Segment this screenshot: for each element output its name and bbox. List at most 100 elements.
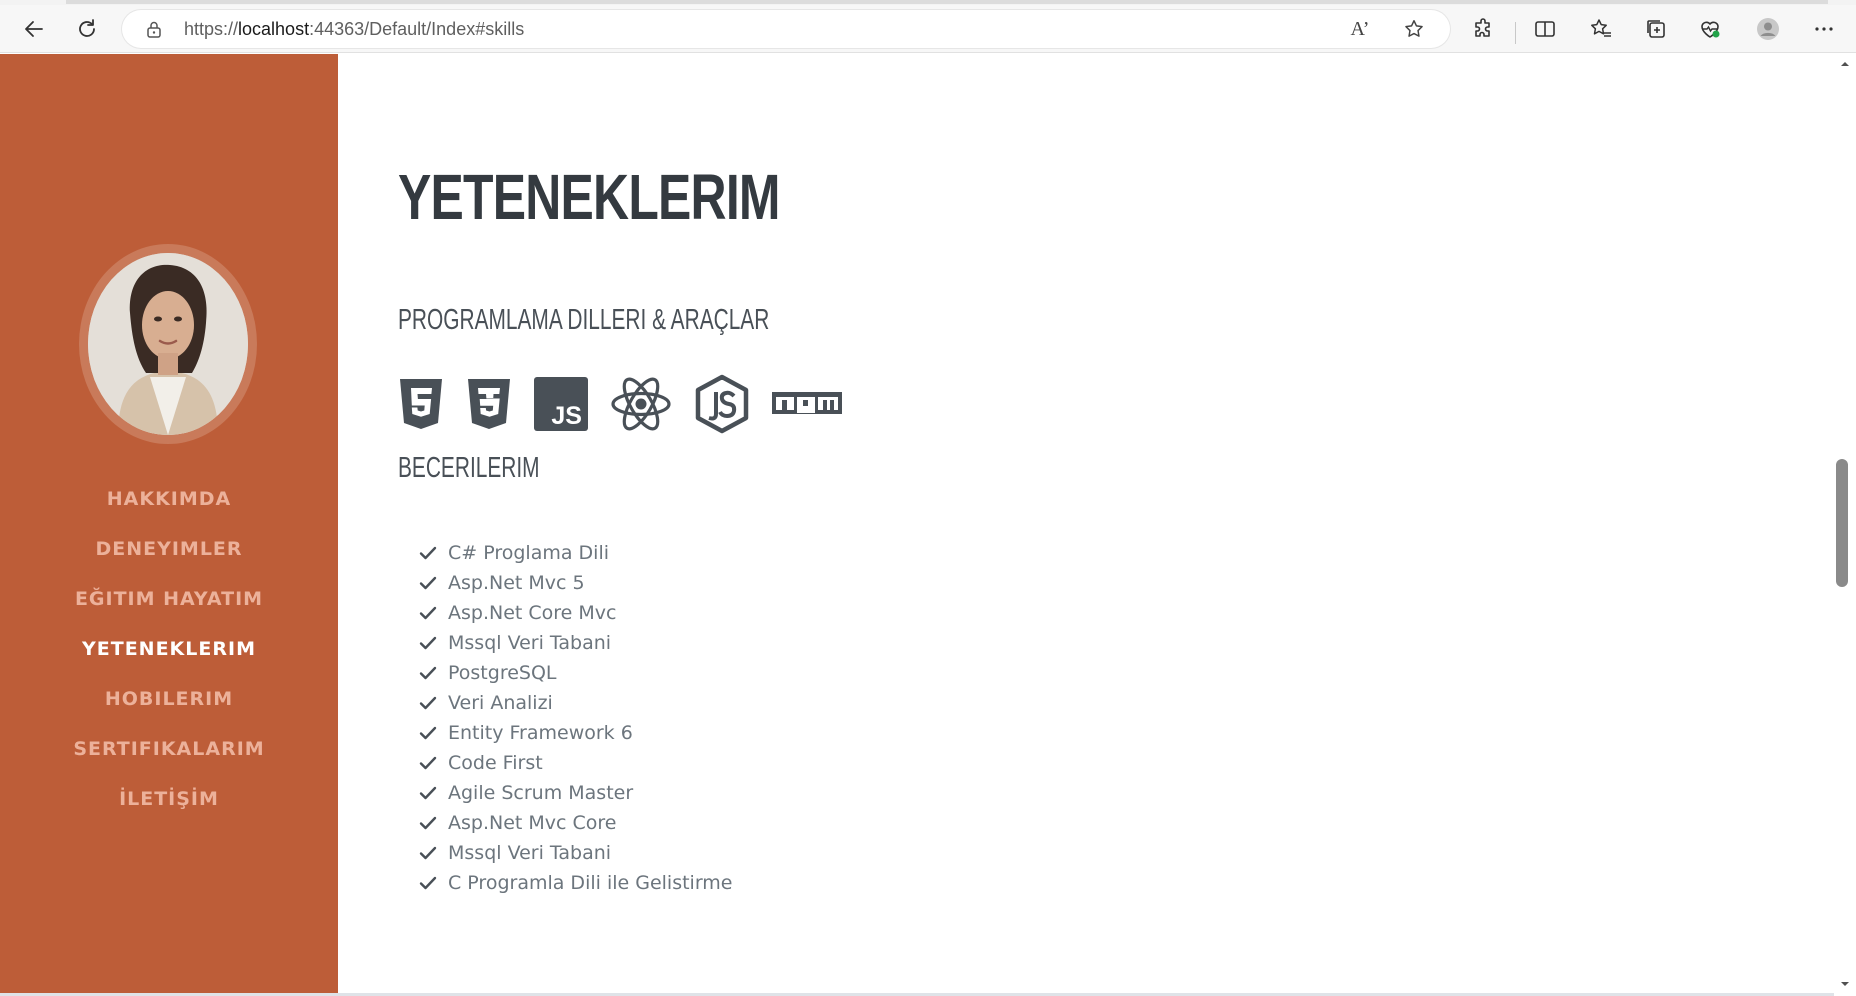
css3-icon	[468, 379, 510, 429]
favorite-button[interactable]	[1400, 15, 1428, 43]
url-text[interactable]: https://localhost:44363/Default/Index#sk…	[184, 19, 524, 40]
skill-item: PostgreSQL	[418, 658, 733, 688]
split-screen-button[interactable]	[1527, 11, 1563, 47]
skill-label: Agile Scrum Master	[448, 782, 634, 804]
scroll-down-arrow-icon[interactable]	[1839, 978, 1851, 990]
portrait-image	[88, 253, 248, 435]
nodejs-icon	[695, 374, 749, 434]
nav-item-sertifikalarim: SERTIFIKALARIM	[0, 724, 338, 774]
check-icon	[418, 782, 440, 804]
profile-button[interactable]	[1750, 11, 1786, 47]
sidebar: HAKKIMDA DENEYIMLER EĞITIM HAYATIM YETEN…	[0, 54, 338, 994]
check-icon	[418, 602, 440, 624]
address-bar[interactable]: https://localhost:44363/Default/Index#sk…	[122, 10, 1450, 48]
back-button[interactable]	[16, 11, 52, 47]
skill-label: C# Proglama Dili	[448, 542, 610, 564]
heart-pulse-icon	[1701, 21, 1720, 38]
check-icon	[418, 572, 440, 594]
profile-photo	[88, 253, 248, 435]
sidebar-nav: HAKKIMDA DENEYIMLER EĞITIM HAYATIM YETEN…	[0, 474, 338, 824]
back-arrow-icon	[25, 21, 43, 37]
url-prefix: https://	[184, 19, 239, 39]
skill-item: Mssql Veri Tabani	[418, 628, 733, 658]
react-icon	[611, 377, 671, 431]
section-title: YETENEKLERIM	[398, 161, 780, 233]
skill-label: Mssql Veri Tabani	[448, 842, 612, 864]
skill-label: Asp.Net Mvc Core	[448, 812, 617, 834]
javascript-icon: JS	[534, 377, 588, 431]
skill-label: Asp.Net Mvc 5	[448, 572, 585, 594]
nav-item-yeteneklerim: YETENEKLERIM	[0, 624, 338, 674]
nav-item-iletisim: İLETİŞİM	[0, 774, 338, 824]
nav-link-hobilerim[interactable]: HOBILERIM	[105, 688, 233, 710]
refresh-icon	[79, 19, 95, 37]
url-path: :44363/Default/Index#skills	[309, 19, 525, 39]
split-screen-icon	[1535, 21, 1555, 37]
favorites-button[interactable]	[1583, 11, 1619, 47]
nav-link-sertifikalarim[interactable]: SERTIFIKALARIM	[73, 738, 264, 760]
npm-icon: npm	[772, 392, 842, 414]
skill-item: Agile Scrum Master	[418, 778, 733, 808]
check-icon	[418, 632, 440, 654]
collections-button[interactable]	[1638, 11, 1674, 47]
more-dots-icon	[1815, 27, 1833, 31]
favorites-icon	[1591, 19, 1611, 37]
read-aloud-button[interactable]: A’	[1346, 15, 1374, 43]
browser-toolbar: https://localhost:44363/Default/Index#sk…	[0, 5, 1856, 53]
javascript-icon-label: JS	[551, 402, 582, 430]
web-page: HAKKIMDA DENEYIMLER EĞITIM HAYATIM YETEN…	[0, 54, 1856, 996]
check-icon	[418, 662, 440, 684]
check-icon	[418, 722, 440, 744]
nav-link-deneyimler[interactable]: DENEYIMLER	[95, 538, 242, 560]
skill-label: Veri Analizi	[448, 692, 553, 714]
nav-item-hakkimda: HAKKIMDA	[0, 474, 338, 524]
nav-link-yeteneklerim[interactable]: YETENEKLERIM	[82, 638, 256, 660]
skill-label: Asp.Net Core Mvc	[448, 602, 617, 624]
skill-item: C Programla Dili ile Gelistirme	[418, 868, 733, 898]
page-scrollbar[interactable]	[1834, 54, 1856, 994]
skill-item: Entity Framework 6	[418, 718, 733, 748]
skill-label: Mssql Veri Tabani	[448, 632, 612, 654]
nav-item-egitim-hayatim: EĞITIM HAYATIM	[0, 574, 338, 624]
url-host: localhost	[238, 19, 310, 39]
settings-more-button[interactable]	[1806, 11, 1842, 47]
skill-item: Mssql Veri Tabani	[418, 838, 733, 868]
profile-photo-frame	[79, 244, 257, 444]
skill-label: Entity Framework 6	[448, 722, 633, 744]
toolbar-separator	[1515, 22, 1516, 44]
check-icon	[418, 812, 440, 834]
collections-icon	[1647, 20, 1665, 38]
html5-icon	[400, 379, 442, 429]
nav-item-deneyimler: DENEYIMLER	[0, 524, 338, 574]
star-icon	[1405, 20, 1423, 37]
nav-link-egitim-hayatim[interactable]: EĞITIM HAYATIM	[75, 588, 263, 610]
check-icon	[418, 752, 440, 774]
skill-item: Code First	[418, 748, 733, 778]
tab-strip-line	[66, 0, 1828, 4]
check-icon	[418, 872, 440, 894]
nav-link-iletisim[interactable]: İLETİŞİM	[119, 788, 219, 810]
scrollbar-thumb[interactable]	[1836, 459, 1848, 587]
tools-heading: PROGRAMLAMA DILLERI & ARAÇLAR	[398, 304, 770, 336]
skill-item: Asp.Net Mvc 5	[418, 568, 733, 598]
skill-item: Asp.Net Core Mvc	[418, 598, 733, 628]
skill-item: Veri Analizi	[418, 688, 733, 718]
browser-essentials-button[interactable]	[1692, 11, 1728, 47]
nav-item-hobilerim: HOBILERIM	[0, 674, 338, 724]
skill-item: Asp.Net Mvc Core	[418, 808, 733, 838]
skill-label: Code First	[448, 752, 543, 774]
refresh-button[interactable]	[69, 11, 105, 47]
skill-label: PostgreSQL	[448, 662, 557, 684]
skill-item: C# Proglama Dili	[418, 538, 733, 568]
extensions-button[interactable]	[1466, 11, 1502, 47]
skills-heading: BECERILERIM	[398, 452, 540, 484]
puzzle-icon	[1475, 18, 1490, 37]
lock-icon	[147, 21, 161, 38]
read-aloud-icon: A’	[1350, 17, 1370, 40]
scroll-up-arrow-icon[interactable]	[1839, 58, 1851, 70]
profile-avatar-icon	[1757, 18, 1779, 40]
nav-link-hakkimda[interactable]: HAKKIMDA	[107, 488, 232, 510]
check-icon	[418, 542, 440, 564]
skills-section: YETENEKLERIM PROGRAMLAMA DILLERI & ARAÇL…	[338, 54, 1832, 994]
check-icon	[418, 842, 440, 864]
